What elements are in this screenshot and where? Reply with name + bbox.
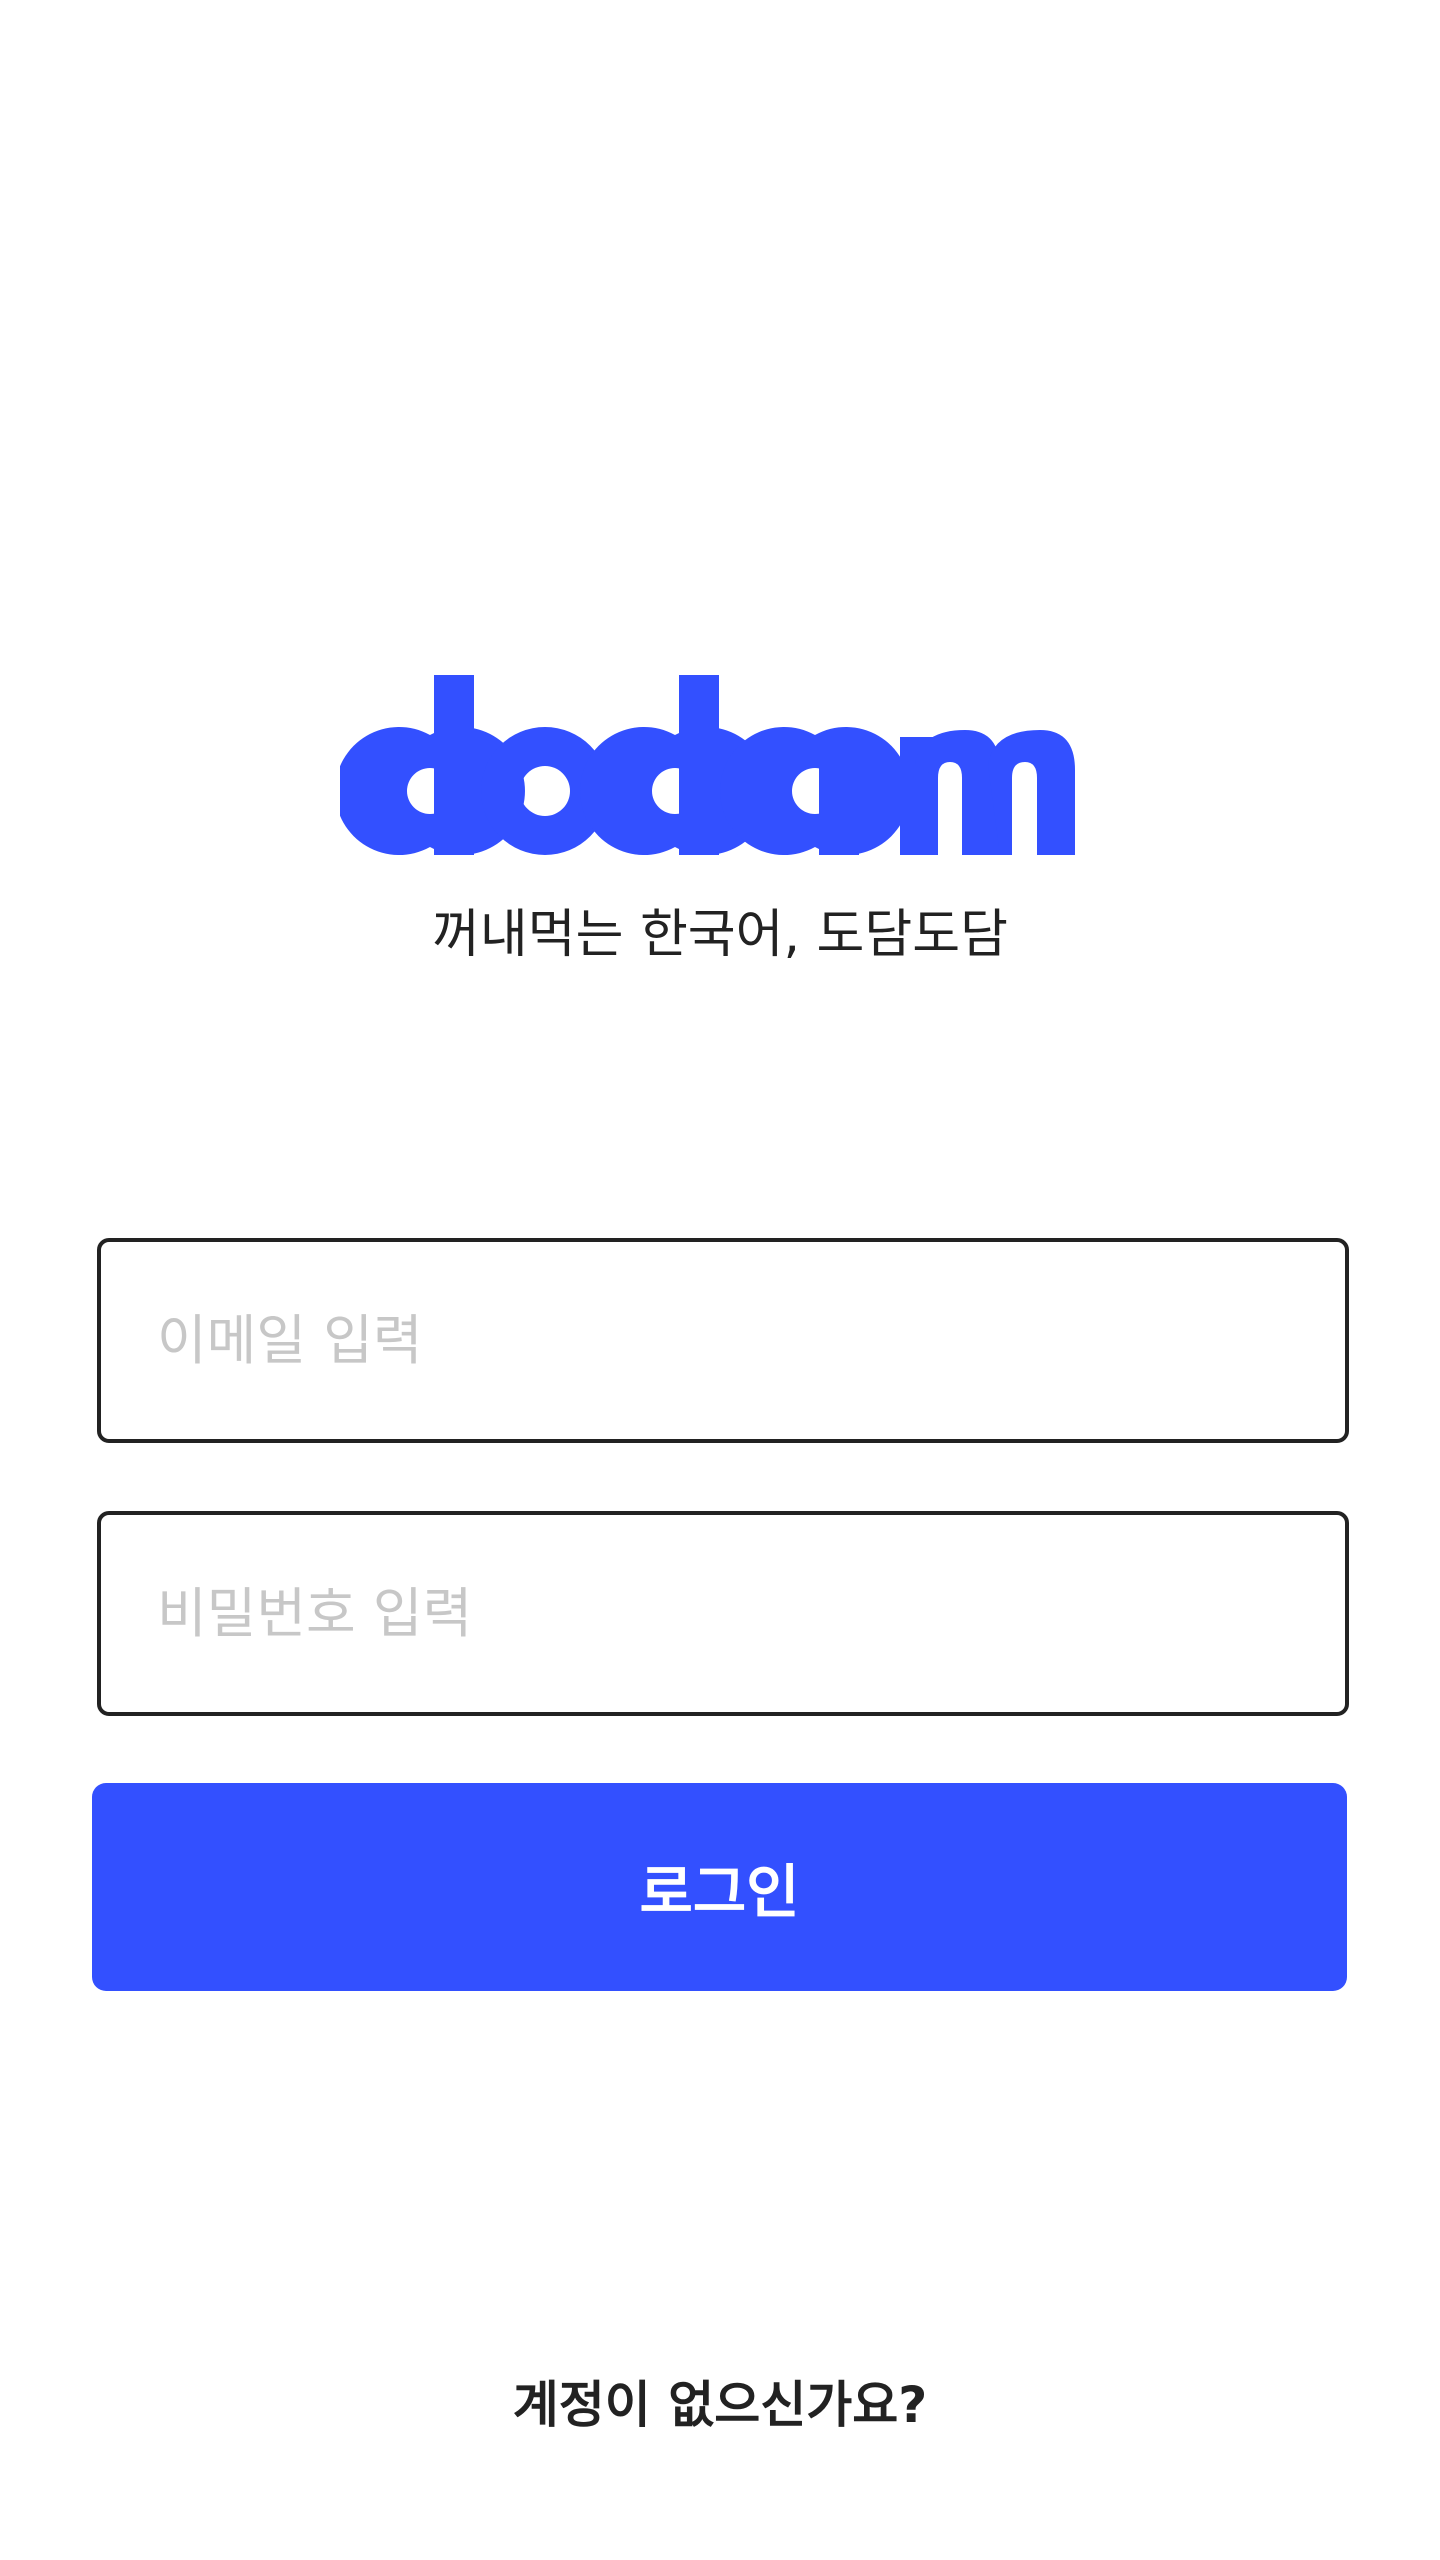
tagline: 꺼내먹는 한국어, 도담도담 bbox=[432, 905, 1008, 965]
login-button[interactable]: 로그인 bbox=[92, 1783, 1347, 1991]
password-field[interactable] bbox=[97, 1511, 1349, 1716]
email-field[interactable] bbox=[97, 1238, 1349, 1443]
dodam-logo bbox=[340, 660, 1100, 860]
dodam-logo-mark bbox=[340, 675, 1075, 855]
signup-link[interactable]: 계정이 없으신가요? bbox=[0, 2370, 1440, 2440]
email-input[interactable] bbox=[101, 1242, 1345, 1439]
password-input[interactable] bbox=[101, 1515, 1345, 1712]
